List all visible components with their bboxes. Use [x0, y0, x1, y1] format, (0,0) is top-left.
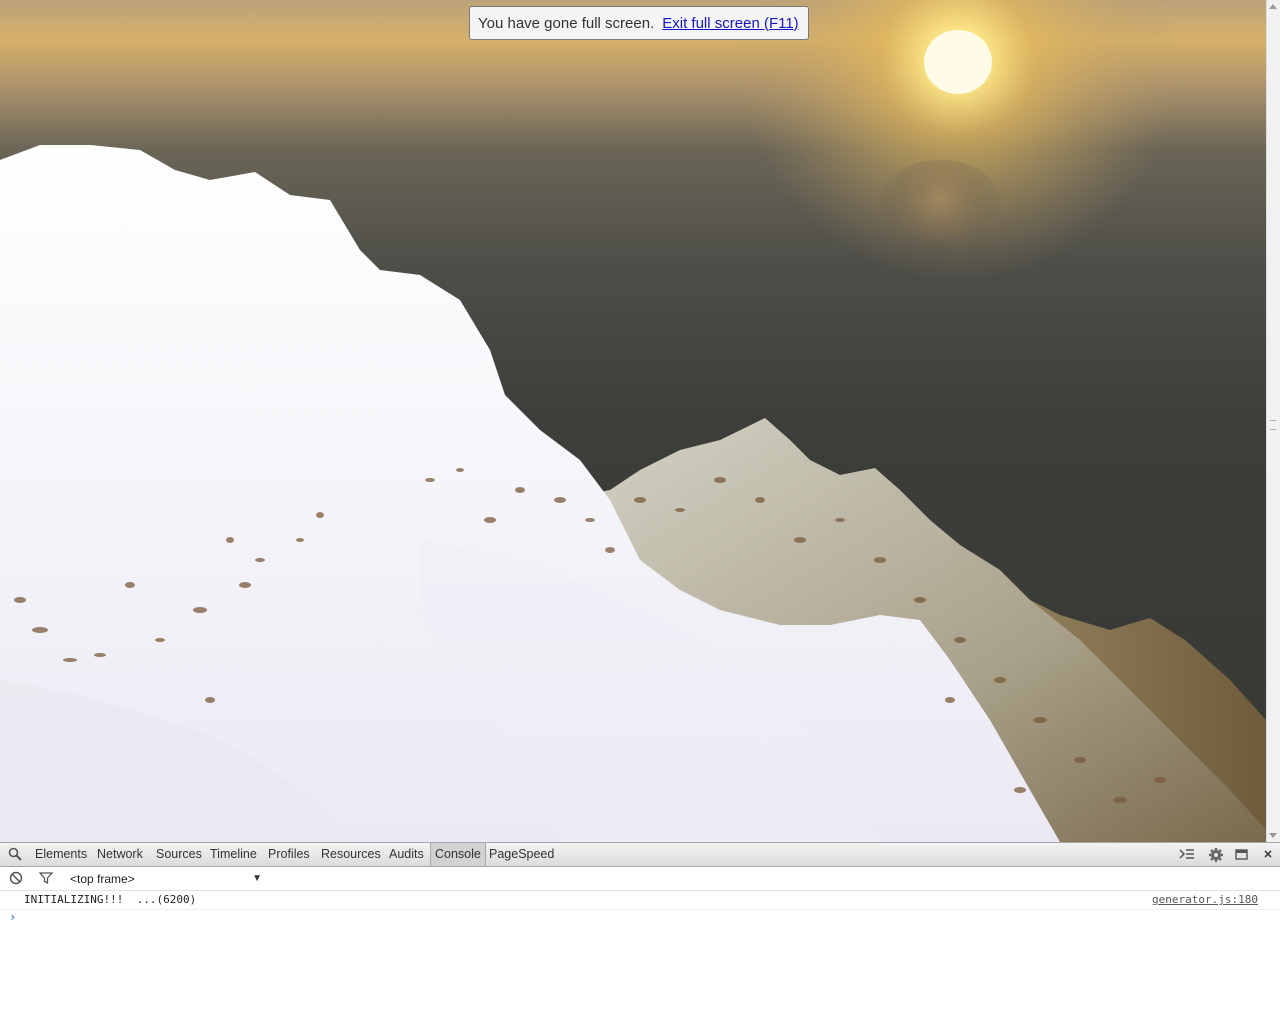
- search-icon[interactable]: [7, 847, 23, 863]
- dock-icon[interactable]: [1235, 847, 1251, 863]
- tab-elements[interactable]: Elements: [35, 843, 87, 866]
- gear-icon[interactable]: [1208, 847, 1224, 863]
- prompt-chevron-icon: ›: [9, 910, 17, 924]
- tab-audits[interactable]: Audits: [389, 843, 424, 866]
- console-message-text: INITIALIZING!!! ...(6200): [24, 893, 197, 906]
- close-icon[interactable]: [1260, 847, 1276, 863]
- console-output: INITIALIZING!!! ...(6200) generator.js:1…: [0, 891, 1280, 926]
- clear-console-icon[interactable]: [8, 871, 24, 887]
- sun: [924, 30, 992, 94]
- tab-resources[interactable]: Resources: [321, 843, 381, 866]
- scroll-up-arrow-icon[interactable]: [1269, 4, 1277, 9]
- devtools-panel: Elements Network Sources Timeline Profil…: [0, 842, 1280, 1024]
- tab-timeline[interactable]: Timeline: [210, 843, 257, 866]
- terrain-render: [0, 0, 1266, 842]
- sun-reflection: [880, 160, 1000, 240]
- filter-icon[interactable]: [38, 871, 54, 887]
- console-drawer-icon[interactable]: [1179, 847, 1195, 863]
- tab-pagespeed[interactable]: PageSpeed: [489, 843, 554, 866]
- console-message: INITIALIZING!!! ...(6200) generator.js:1…: [0, 891, 1280, 910]
- console-message-source-link[interactable]: generator.js:180: [1152, 891, 1258, 909]
- console-filter-bar: <top frame> ▼: [0, 867, 1280, 891]
- frame-selector-value: <top frame>: [70, 872, 135, 886]
- tab-profiles[interactable]: Profiles: [268, 843, 310, 866]
- console-prompt[interactable]: ›: [0, 910, 1280, 926]
- tab-sources[interactable]: Sources: [156, 843, 202, 866]
- tab-network[interactable]: Network: [97, 843, 143, 866]
- devtools-toolbar: Elements Network Sources Timeline Profil…: [0, 842, 1280, 867]
- webgl-terrain-canvas[interactable]: You have gone full screen. Exit full scr…: [0, 0, 1266, 842]
- exit-fullscreen-link[interactable]: Exit full screen (F11): [662, 15, 798, 32]
- scroll-grip[interactable]: [1270, 420, 1276, 430]
- vertical-scrollbar[interactable]: [1266, 0, 1280, 842]
- fullscreen-message: You have gone full screen.: [478, 14, 655, 32]
- chevron-down-icon: ▼: [252, 873, 262, 884]
- fullscreen-notification: You have gone full screen. Exit full scr…: [469, 6, 809, 40]
- scroll-down-arrow-icon[interactable]: [1269, 833, 1277, 838]
- frame-selector[interactable]: <top frame> ▼: [70, 871, 262, 887]
- tab-console[interactable]: Console: [430, 843, 486, 866]
